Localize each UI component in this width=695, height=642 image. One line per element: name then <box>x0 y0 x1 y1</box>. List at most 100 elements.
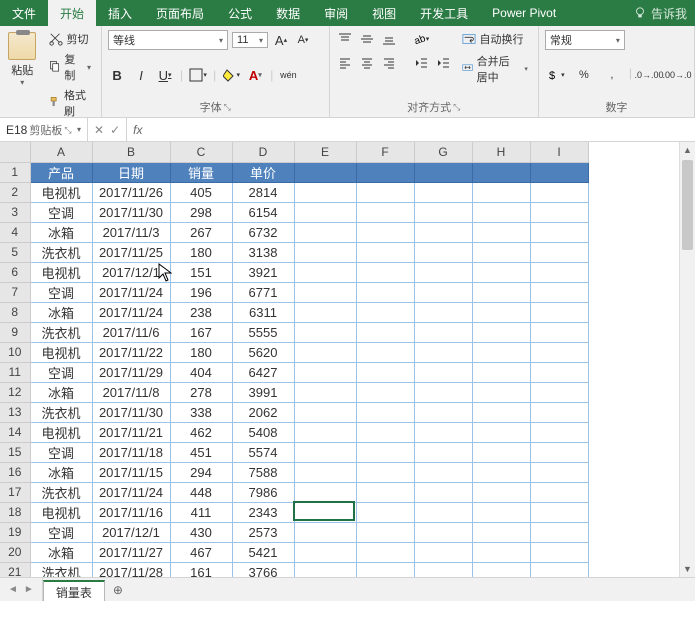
cell[interactable] <box>356 242 414 262</box>
menu-文件[interactable]: 文件 <box>0 0 48 26</box>
cell[interactable]: 空调 <box>30 522 92 542</box>
cell[interactable]: 2062 <box>232 402 294 422</box>
fill-color-button[interactable]: ▾ <box>222 66 240 84</box>
cell[interactable]: 2814 <box>232 182 294 202</box>
menu-审阅[interactable]: 审阅 <box>312 0 360 26</box>
cell[interactable]: 2017/11/24 <box>92 482 170 502</box>
row-header[interactable]: 6 <box>0 262 30 282</box>
increase-font-icon[interactable]: A▴ <box>272 31 290 49</box>
cell[interactable]: 238 <box>170 302 232 322</box>
col-header[interactable]: F <box>356 142 414 162</box>
cell[interactable]: 167 <box>170 322 232 342</box>
col-header[interactable]: G <box>414 142 472 162</box>
cell[interactable] <box>530 522 588 542</box>
bold-button[interactable]: B <box>108 66 126 84</box>
align-center-icon[interactable] <box>358 54 376 72</box>
cell[interactable]: 空调 <box>30 282 92 302</box>
cell[interactable] <box>356 502 414 522</box>
row-header[interactable]: 20 <box>0 542 30 562</box>
cell[interactable] <box>530 362 588 382</box>
cell[interactable] <box>356 402 414 422</box>
cell[interactable]: 6771 <box>232 282 294 302</box>
enter-formula-icon[interactable]: ✓ <box>110 123 120 137</box>
row-header[interactable]: 10 <box>0 342 30 362</box>
row-header[interactable]: 17 <box>0 482 30 502</box>
cancel-formula-icon[interactable]: ✕ <box>94 123 104 137</box>
cell[interactable] <box>472 502 530 522</box>
font-color-button[interactable]: A▾ <box>246 66 264 84</box>
accounting-format-icon[interactable]: $▾ <box>545 66 567 84</box>
merge-center-button[interactable]: 合并后居中 ▾ <box>458 52 532 86</box>
cell[interactable] <box>414 362 472 382</box>
cell[interactable]: 5408 <box>232 422 294 442</box>
cell[interactable]: 洗衣机 <box>30 322 92 342</box>
row-header[interactable]: 21 <box>0 562 30 577</box>
cell[interactable] <box>472 482 530 502</box>
add-sheet-button[interactable]: ⊕ <box>105 578 131 601</box>
cell[interactable]: 430 <box>170 522 232 542</box>
font-name-combo[interactable]: 等线▾ <box>108 30 228 50</box>
cell[interactable] <box>414 322 472 342</box>
decrease-decimal-icon[interactable]: .00→.0 <box>666 66 688 84</box>
cell[interactable] <box>356 162 414 182</box>
phonetic-button[interactable]: wén <box>279 66 297 84</box>
cell[interactable] <box>530 422 588 442</box>
cell[interactable] <box>294 162 356 182</box>
cell[interactable] <box>294 242 356 262</box>
cell[interactable] <box>294 402 356 422</box>
cell[interactable] <box>294 502 356 522</box>
menu-开始[interactable]: 开始 <box>48 0 96 26</box>
menu-插入[interactable]: 插入 <box>96 0 144 26</box>
cell[interactable] <box>294 522 356 542</box>
cell[interactable] <box>530 462 588 482</box>
row-header[interactable]: 18 <box>0 502 30 522</box>
cell[interactable] <box>530 342 588 362</box>
cell[interactable] <box>530 162 588 182</box>
cell[interactable] <box>294 342 356 362</box>
cell[interactable] <box>294 542 356 562</box>
cell[interactable] <box>472 242 530 262</box>
cell[interactable] <box>472 182 530 202</box>
cell[interactable]: 2017/11/28 <box>92 562 170 577</box>
decrease-font-icon[interactable]: A▾ <box>294 31 312 49</box>
cell[interactable] <box>472 342 530 362</box>
cell[interactable] <box>414 182 472 202</box>
cell[interactable] <box>472 442 530 462</box>
cell[interactable] <box>414 542 472 562</box>
cell[interactable] <box>472 402 530 422</box>
cell[interactable]: 电视机 <box>30 422 92 442</box>
percent-format-icon[interactable]: % <box>573 66 595 84</box>
cell[interactable]: 冰箱 <box>30 542 92 562</box>
cell[interactable]: 3138 <box>232 242 294 262</box>
copy-button[interactable]: 复制 ▾ <box>45 50 96 84</box>
cell[interactable]: 2017/11/30 <box>92 202 170 222</box>
align-bottom-icon[interactable] <box>380 30 398 48</box>
align-left-icon[interactable] <box>336 54 354 72</box>
cell[interactable]: 空调 <box>30 362 92 382</box>
menu-页面布局[interactable]: 页面布局 <box>144 0 216 26</box>
cell[interactable] <box>414 342 472 362</box>
cell[interactable] <box>356 202 414 222</box>
comma-format-icon[interactable]: , <box>601 66 623 84</box>
cell[interactable] <box>294 382 356 402</box>
cell[interactable]: 电视机 <box>30 342 92 362</box>
cell[interactable]: 2017/11/6 <box>92 322 170 342</box>
paste-button[interactable]: 粘贴 ▾ <box>6 30 39 87</box>
cell[interactable]: 411 <box>170 502 232 522</box>
row-header[interactable]: 4 <box>0 222 30 242</box>
cell[interactable]: 7588 <box>232 462 294 482</box>
cell[interactable]: 冰箱 <box>30 462 92 482</box>
orientation-icon[interactable]: ab▾ <box>412 30 430 48</box>
cell[interactable]: 产品 <box>30 162 92 182</box>
cell[interactable]: 196 <box>170 282 232 302</box>
col-header[interactable]: A <box>30 142 92 162</box>
row-header[interactable]: 16 <box>0 462 30 482</box>
cell[interactable] <box>294 282 356 302</box>
cell[interactable] <box>530 382 588 402</box>
cell[interactable]: 462 <box>170 422 232 442</box>
cell[interactable]: 2573 <box>232 522 294 542</box>
cell[interactable]: 180 <box>170 342 232 362</box>
cell[interactable] <box>472 562 530 577</box>
row-header[interactable]: 2 <box>0 182 30 202</box>
cell[interactable] <box>414 282 472 302</box>
